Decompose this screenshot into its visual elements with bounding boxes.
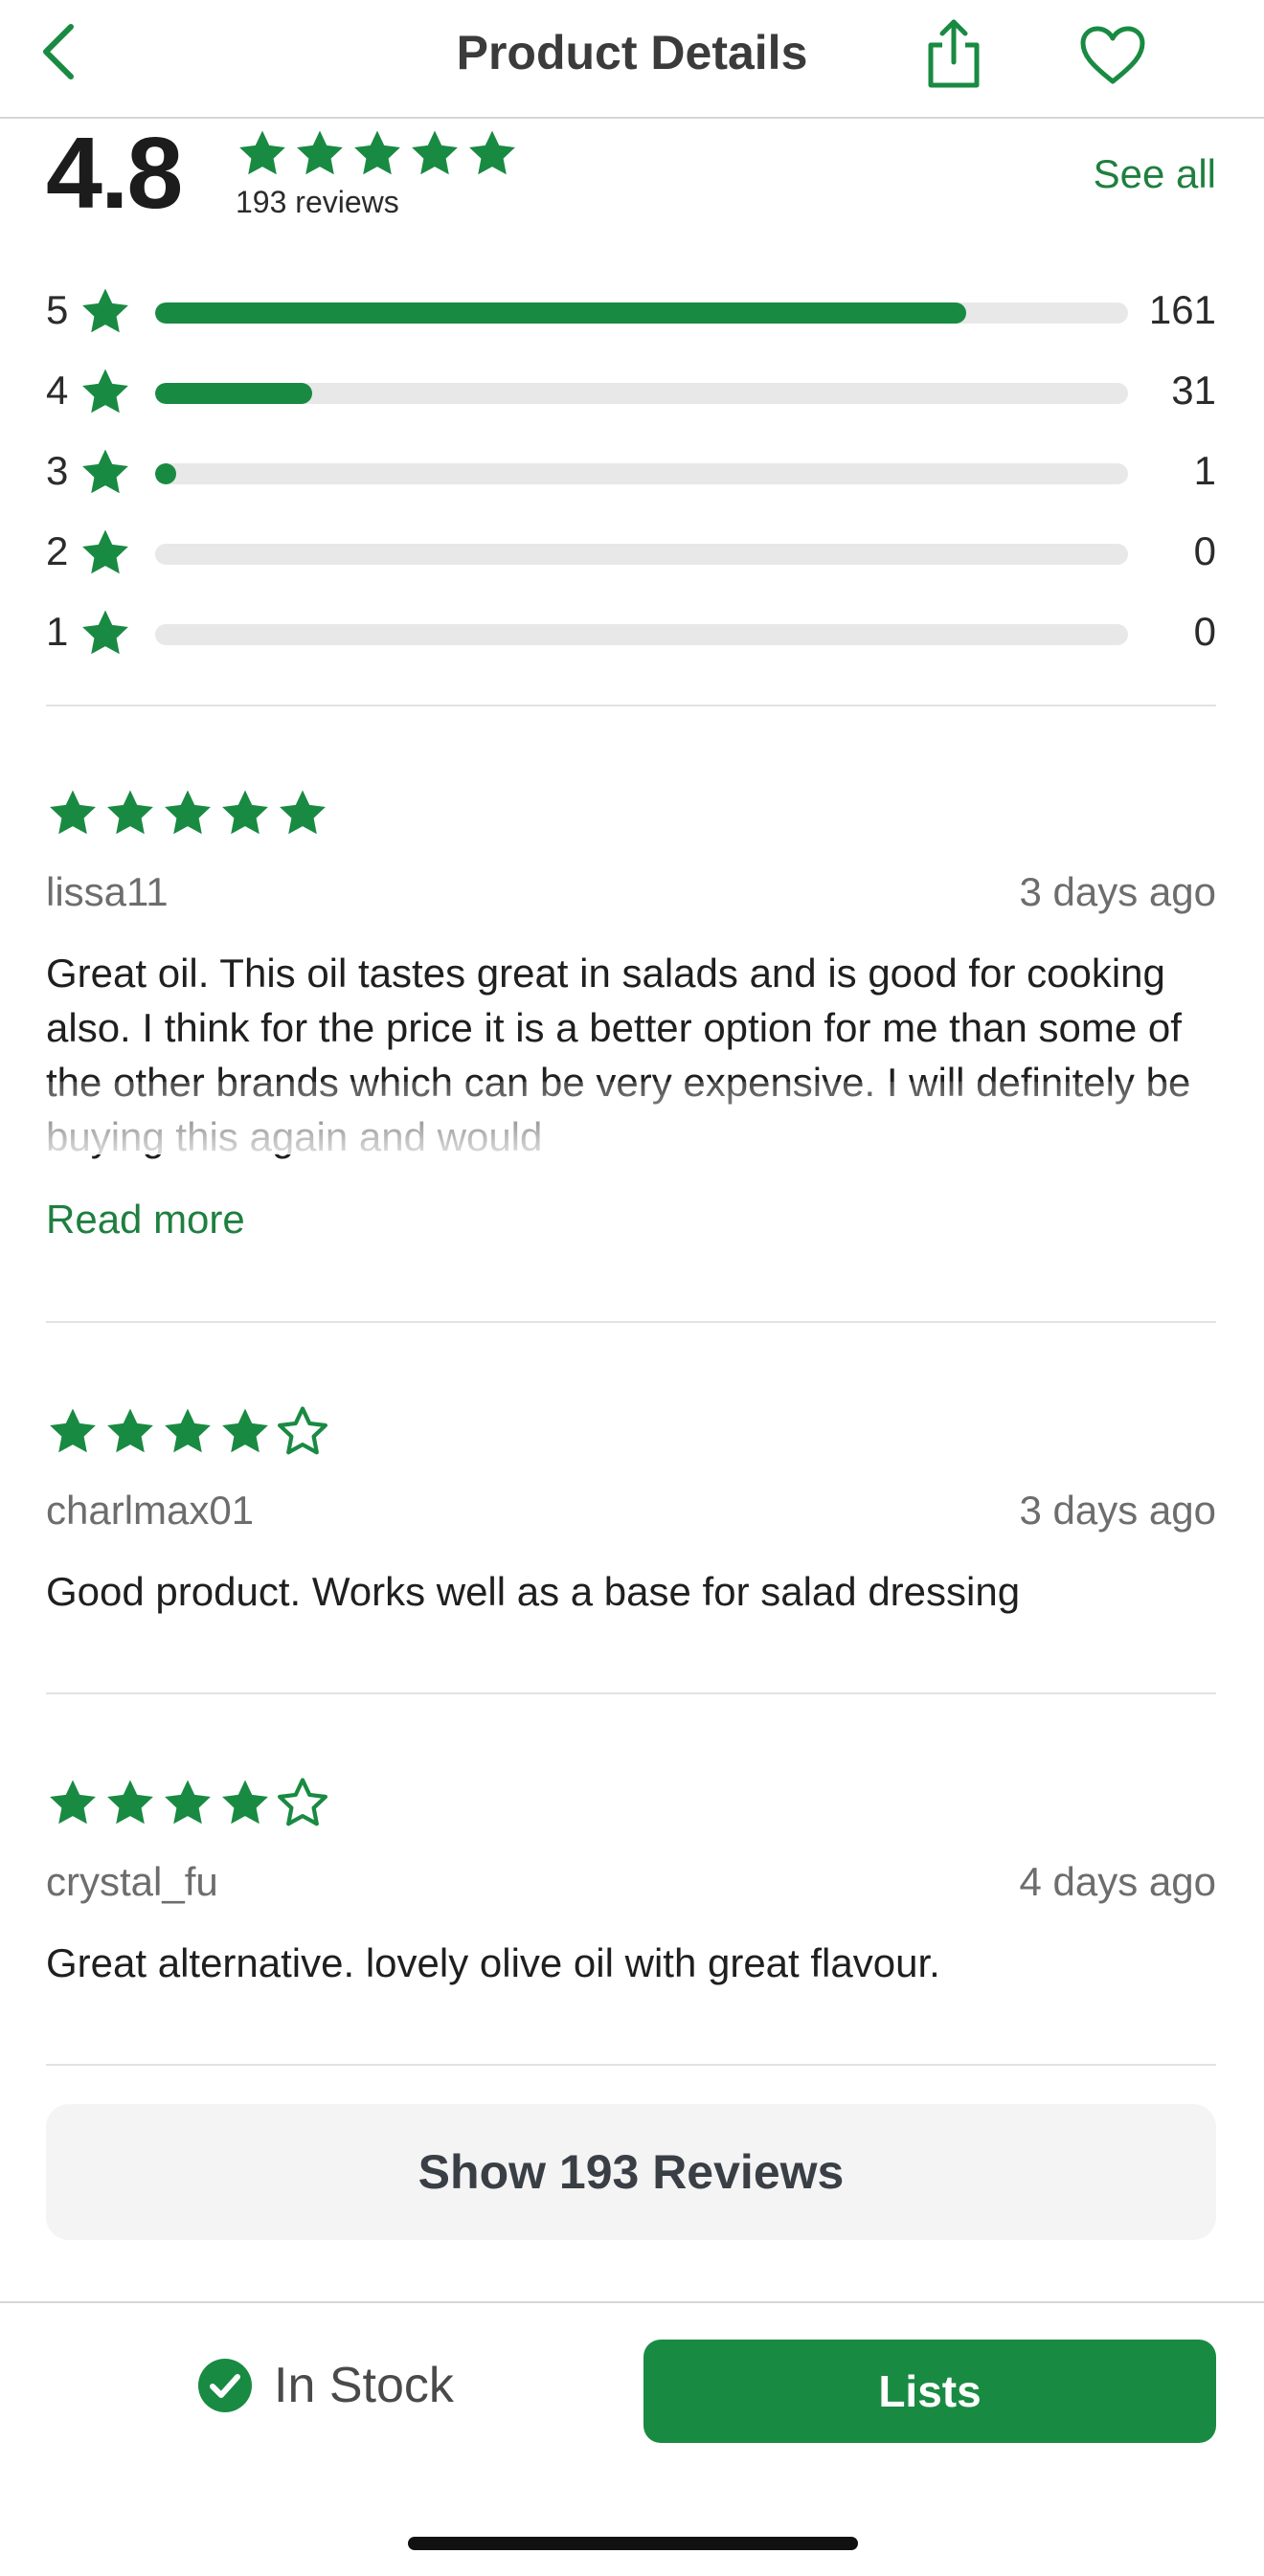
star-filled-icon bbox=[280, 790, 326, 835]
star-filled-icon bbox=[239, 130, 285, 175]
rating-bar-fill bbox=[155, 463, 176, 484]
divider bbox=[46, 705, 1216, 706]
star-filled-icon bbox=[165, 790, 211, 835]
rating-row-label: 1 bbox=[46, 609, 69, 654]
star-filled-icon bbox=[107, 790, 153, 835]
review-date: 4 days ago bbox=[1019, 1859, 1217, 1904]
stock-status-label: In Stock bbox=[274, 2358, 454, 2413]
star-filled-icon bbox=[50, 1408, 96, 1453]
review-author: charlmax01 bbox=[46, 1488, 255, 1533]
bottom-action-bar: In Stock Lists bbox=[0, 2301, 1264, 2576]
rating-bar-track bbox=[155, 544, 1128, 565]
rating-row-1: 1 0 bbox=[46, 603, 1216, 661]
rating-bar-track bbox=[155, 302, 1128, 324]
rating-row-4: 4 31 bbox=[46, 362, 1216, 419]
star-icon bbox=[79, 366, 132, 424]
home-indicator[interactable] bbox=[408, 2537, 858, 2550]
rating-row-label: 4 bbox=[46, 368, 69, 413]
star-filled-icon bbox=[107, 1408, 153, 1453]
rating-row-count: 0 bbox=[1193, 609, 1216, 654]
review-stars bbox=[46, 1405, 329, 1459]
star-filled-icon bbox=[165, 1780, 211, 1825]
read-more-link[interactable]: Read more bbox=[46, 1197, 245, 1243]
favorite-button[interactable] bbox=[1072, 17, 1153, 94]
star-filled-icon bbox=[107, 1780, 153, 1825]
star-filled-icon bbox=[412, 130, 458, 175]
rating-row-count: 1 bbox=[1193, 448, 1216, 493]
rating-row-count: 161 bbox=[1148, 287, 1216, 332]
check-circle-icon bbox=[198, 2359, 252, 2412]
average-rating-stars bbox=[236, 127, 519, 181]
star-filled-icon bbox=[222, 790, 268, 835]
star-filled-icon bbox=[50, 1780, 96, 1825]
review-author: crystal_fu bbox=[46, 1859, 218, 1904]
rating-bar-fill bbox=[155, 383, 312, 404]
rating-row-label: 2 bbox=[46, 528, 69, 573]
star-outline-icon bbox=[277, 1406, 328, 1455]
review-count: 193 reviews bbox=[236, 185, 399, 219]
rating-bar-fill bbox=[155, 302, 967, 324]
see-all-link[interactable]: See all bbox=[1094, 151, 1216, 197]
share-button[interactable] bbox=[915, 13, 992, 96]
review-text: Good product. Works well as a base for s… bbox=[46, 1569, 1021, 1614]
review-text: Great alternative. lovely olive oil with… bbox=[46, 1940, 940, 1985]
rating-row-count: 31 bbox=[1171, 368, 1216, 413]
lists-button[interactable]: Lists bbox=[643, 2340, 1216, 2443]
top-navigation-bar: Product Details bbox=[0, 0, 1264, 119]
review-date: 3 days ago bbox=[1019, 869, 1217, 914]
review-date: 3 days ago bbox=[1019, 1488, 1217, 1533]
rating-bar-track bbox=[155, 624, 1128, 645]
rating-row-5: 5 161 bbox=[46, 281, 1216, 339]
rating-row-count: 0 bbox=[1193, 528, 1216, 573]
rating-bar-track bbox=[155, 383, 1128, 404]
rating-bar-track bbox=[155, 463, 1128, 484]
review-author: lissa11 bbox=[46, 869, 169, 914]
review-stars bbox=[46, 1777, 329, 1830]
divider bbox=[46, 1321, 1216, 1323]
heart-icon bbox=[1080, 26, 1145, 84]
divider bbox=[46, 1692, 1216, 1694]
rating-row-label: 5 bbox=[46, 287, 69, 332]
divider bbox=[46, 2064, 1216, 2066]
star-filled-icon bbox=[297, 130, 343, 175]
star-icon bbox=[79, 285, 132, 344]
star-icon bbox=[79, 446, 132, 504]
average-rating: 4.8 bbox=[46, 117, 183, 230]
stock-status: In Stock bbox=[197, 2357, 454, 2414]
star-filled-icon bbox=[165, 1408, 211, 1453]
rating-row-label: 3 bbox=[46, 448, 69, 493]
review-stars bbox=[46, 787, 329, 840]
text-fade-overlay bbox=[46, 1082, 1216, 1154]
star-filled-icon bbox=[50, 790, 96, 835]
star-outline-icon bbox=[277, 1778, 328, 1826]
rating-row-2: 2 0 bbox=[46, 523, 1216, 580]
rating-row-3: 3 1 bbox=[46, 442, 1216, 500]
star-icon bbox=[79, 526, 132, 585]
share-icon bbox=[928, 19, 980, 88]
star-filled-icon bbox=[222, 1408, 268, 1453]
show-all-reviews-button[interactable]: Show 193 Reviews bbox=[46, 2104, 1216, 2240]
star-icon bbox=[79, 607, 132, 665]
star-filled-icon bbox=[469, 130, 515, 175]
star-filled-icon bbox=[222, 1780, 268, 1825]
star-filled-icon bbox=[354, 130, 400, 175]
